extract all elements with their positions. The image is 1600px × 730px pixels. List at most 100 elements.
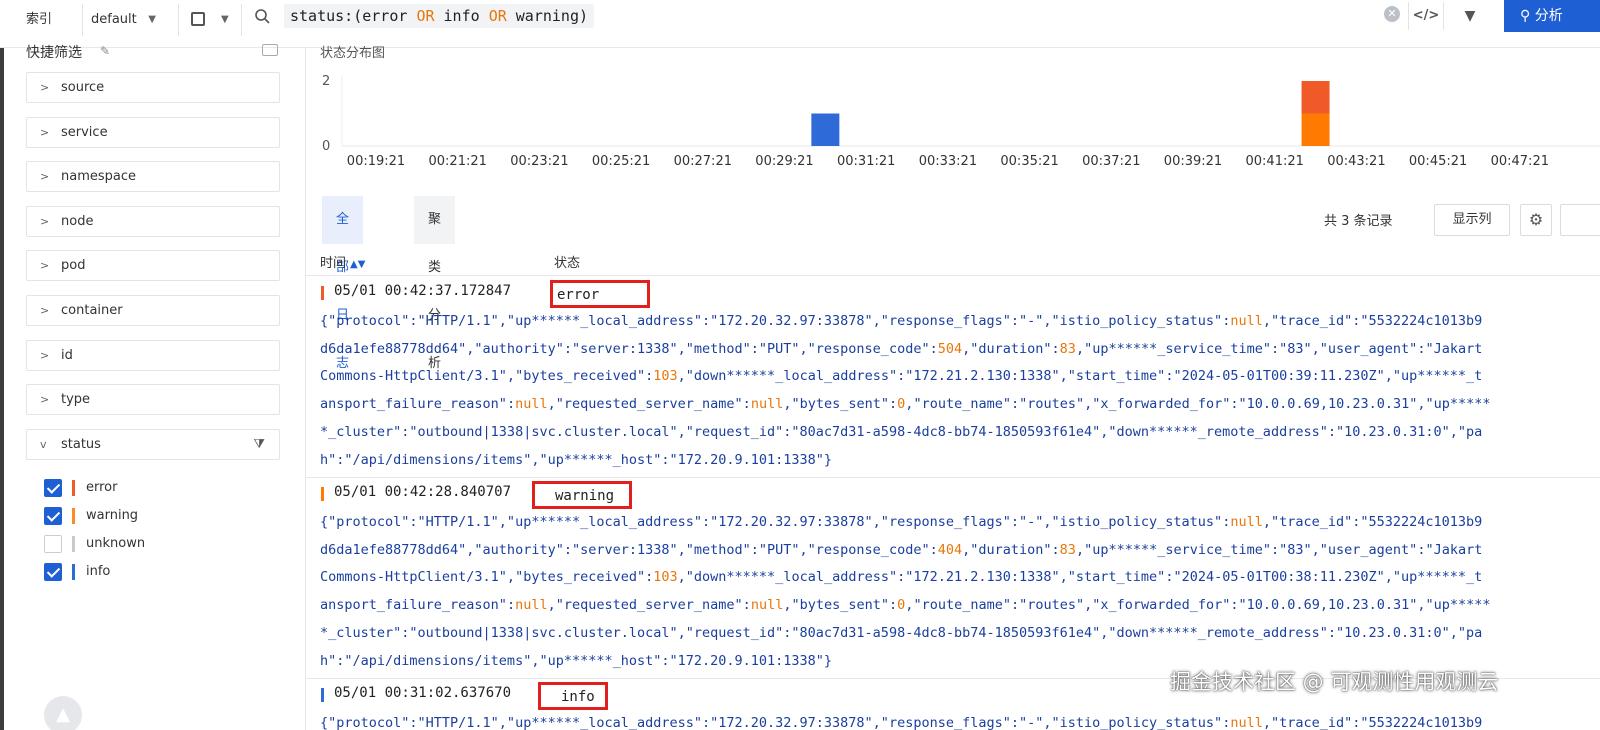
log-status[interactable]: warning xyxy=(532,481,632,510)
index-select[interactable]: default ▼ xyxy=(82,4,164,36)
filter-field-label: status xyxy=(61,437,101,452)
edit-icon[interactable]: ✎ xyxy=(100,44,110,58)
chevron-down-icon: ▼ xyxy=(221,14,229,25)
filter-field-source[interactable]: > source xyxy=(26,72,280,103)
query-term: info xyxy=(443,7,480,25)
status-color-swatch xyxy=(72,508,75,524)
tab-cluster-analysis[interactable]: 聚类分析 xyxy=(414,196,456,371)
chevron-down-icon: ▼ xyxy=(148,14,156,25)
log-time: 05/01 00:42:37.172847 xyxy=(334,283,512,299)
sidebar-edge xyxy=(0,48,4,730)
log-value: 0 xyxy=(897,396,906,412)
display-columns-button[interactable]: 显示列 xyxy=(1434,204,1510,236)
log-content-line: *_cluster":"outbound|1338|svc.cluster.lo… xyxy=(320,625,1483,642)
gear-icon[interactable]: ⚙ xyxy=(1520,204,1552,236)
code-view-icon[interactable]: </> xyxy=(1408,2,1444,30)
scroll-top-icon[interactable]: ▲ xyxy=(44,696,82,730)
search-query-input[interactable]: status:(error OR info OR warning) xyxy=(284,4,595,28)
log-content-line: h":"/api/dimensions/items","up******_hos… xyxy=(320,653,833,670)
log-value: 103 xyxy=(653,368,678,384)
clear-icon[interactable]: ✕ xyxy=(1384,6,1400,22)
log-status[interactable]: error xyxy=(550,280,650,308)
log-content-line: d6da1efe88778dd64","authority":"server:1… xyxy=(320,542,1483,559)
top-bar: 索引 default ▼ ▼ status:(error OR info OR … xyxy=(0,0,1600,48)
filter-field-node[interactable]: > node xyxy=(26,206,280,237)
bar-info xyxy=(811,113,840,146)
panel-toggle-icon[interactable] xyxy=(262,44,278,56)
more-button[interactable] xyxy=(1560,204,1600,236)
status-option-label: warning xyxy=(86,508,139,523)
x-tick-label: 00:19:21 xyxy=(347,154,405,169)
filter-field-id[interactable]: > id xyxy=(26,340,280,371)
checkbox[interactable] xyxy=(44,535,62,553)
status-distribution-chart: 0 2 00:19:21 00:21:21 00:23:21 00:25:21 00:27:… xyxy=(322,74,1600,169)
filter-field-container[interactable]: > container xyxy=(26,295,280,326)
funnel-clear-icon[interactable]: ⧩ xyxy=(253,430,265,459)
log-content-line: h":"/api/dimensions/items","up******_hos… xyxy=(320,452,833,468)
log-value: 404 xyxy=(937,542,963,559)
checkbox[interactable] xyxy=(44,479,62,497)
filter-field-type[interactable]: > type xyxy=(26,384,280,415)
x-tick-label: 00:43:21 xyxy=(1327,154,1385,169)
status-option-label: unknown xyxy=(86,536,146,551)
log-level-bar xyxy=(321,688,324,703)
bar-warning xyxy=(1301,113,1330,146)
analyze-icon: ⚲ xyxy=(1520,8,1531,24)
x-tick-label: 00:27:21 xyxy=(674,154,732,169)
filter-field-status[interactable]: v status ⧩ xyxy=(26,429,280,460)
main-panel: 状态分布图 0 2 00:19:21 00:21:21 00:23:21 00:25:21… xyxy=(306,46,1600,730)
filter-field-namespace[interactable]: > namespace xyxy=(26,161,280,192)
x-tick-label: 00:31:21 xyxy=(837,154,895,169)
log-row[interactable]: 05/01 00:42:28.840707 warning {"protocol":… xyxy=(306,478,1600,680)
watermark-text: 掘金技术社区 @ 可观测性用观测云 xyxy=(1170,670,1499,694)
x-tick-label: 00:33:21 xyxy=(919,154,977,169)
log-content-line: {"protocol":"HTTP/1.1","up******_local_a… xyxy=(320,313,1483,329)
tab-all-logs[interactable]: 全部日志 xyxy=(322,196,364,371)
x-tick-label: 00:35:21 xyxy=(1000,154,1058,169)
sort-icon[interactable]: ▲▼ xyxy=(350,259,365,270)
log-row[interactable]: 05/01 00:42:37.172847 error {"protocol":"H… xyxy=(306,277,1600,478)
log-content-line: Commons-HttpClient/3.1","bytes_received"… xyxy=(320,569,1483,586)
query-term: error xyxy=(362,7,408,25)
chevron-right-icon: > xyxy=(40,126,50,139)
checkbox[interactable] xyxy=(44,563,62,581)
x-tick-label: 00:21:21 xyxy=(429,154,487,169)
log-level-bar xyxy=(321,286,324,300)
log-table-header: 时间 ▲▼ 状态 xyxy=(306,246,1600,276)
x-tick-label: 00:45:21 xyxy=(1409,154,1467,169)
bar-error xyxy=(1301,81,1330,114)
log-time: 05/01 00:31:02.637670 xyxy=(334,685,512,702)
log-content-line: d6da1efe88778dd64","authority":"server:1… xyxy=(320,341,1483,357)
log-value: 0 xyxy=(897,597,906,614)
log-content-line: {"protocol":"HTTP/1.1","up******_local_a… xyxy=(320,715,1483,730)
chevron-right-icon: > xyxy=(40,215,50,228)
x-tick-label: 00:25:21 xyxy=(592,154,650,169)
query-term: warning xyxy=(515,7,579,25)
log-status[interactable]: info xyxy=(538,682,608,711)
filter-field-pod[interactable]: > pod xyxy=(26,250,280,281)
filter-clear-icon[interactable]: ▼ xyxy=(1458,4,1482,28)
log-content-line: Commons-HttpClient/3.1","bytes_received"… xyxy=(320,368,1483,384)
filter-field-service[interactable]: > service xyxy=(26,117,280,148)
x-tick-label: 00:23:21 xyxy=(510,154,568,169)
query-suffix: ) xyxy=(579,7,589,25)
filter-field-label: id xyxy=(61,348,73,363)
chevron-down-icon: v xyxy=(40,438,47,451)
status-color-swatch xyxy=(72,564,75,580)
chevron-right-icon: > xyxy=(40,393,50,406)
chevron-right-icon: > xyxy=(40,304,50,317)
log-value: null xyxy=(750,597,784,614)
filter-field-label: namespace xyxy=(61,169,137,184)
checkbox[interactable] xyxy=(44,507,62,525)
log-value: 103 xyxy=(653,569,678,586)
y-tick-label: 2 xyxy=(322,74,330,89)
column-time[interactable]: 时间 ▲▼ xyxy=(320,252,365,271)
status-option-label: error xyxy=(86,480,118,495)
analyze-button[interactable]: ⚲ 分析 xyxy=(1504,0,1600,32)
query-type-select[interactable]: ▼ xyxy=(178,4,242,36)
log-value: null xyxy=(1230,514,1263,531)
query-prefix: status:( xyxy=(290,7,363,25)
search-icon xyxy=(255,9,270,24)
quick-filter-sidebar: 快捷筛选 ✎ > source > service > namespace > node > po… xyxy=(0,44,306,730)
chevron-right-icon: > xyxy=(40,259,50,272)
